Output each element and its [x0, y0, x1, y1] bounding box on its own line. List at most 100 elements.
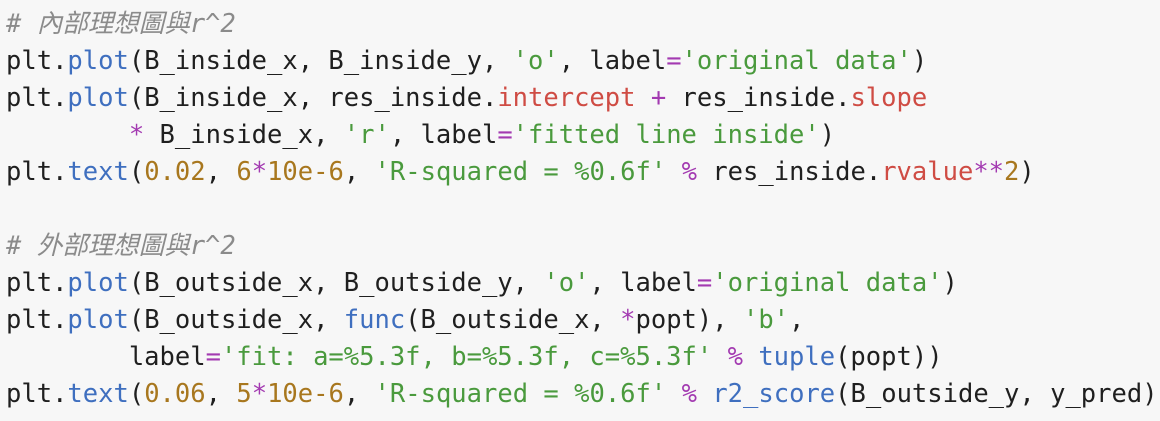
code-token-punct: res_inside. — [696, 157, 882, 187]
code-token-punct: . — [52, 83, 68, 113]
code-token-punct: . — [52, 157, 68, 187]
code-token-string: 'b' — [742, 305, 790, 335]
code-line: plt.text(0.02, 6*10e-6, 'R-squared = %0.… — [6, 154, 1160, 191]
code-token-method: plot — [67, 268, 129, 298]
code-token-method: func — [343, 305, 406, 335]
code-token-number: 2 — [1004, 157, 1020, 187]
code-token-operator: = — [666, 46, 682, 76]
code-token-punct: , — [205, 379, 237, 409]
code-token-method: r2_score — [712, 379, 836, 409]
code-token-operator: * — [251, 379, 268, 409]
code-token-ident: plt — [6, 268, 53, 298]
code-lines: # 內部理想圖與r^2 plt.plot(B_inside_x, B_inside… — [6, 6, 1160, 413]
code-token-comment: # 外部理想圖與r^2 — [6, 231, 236, 261]
code-token-punct: ) — [819, 120, 836, 150]
code-token-punct — [697, 379, 712, 409]
code-token-attr: intercept — [497, 83, 636, 113]
code-line: plt.plot(B_outside_x, func(B_outside_x, … — [6, 302, 1160, 339]
code-line: plt.plot(B_outside_x, B_outside_y, 'o', … — [6, 265, 1160, 302]
code-token-punct — [712, 342, 727, 372]
code-token-punct: (B_inside_x, B_inside_y, — [128, 46, 513, 76]
code-token-punct: ( — [128, 379, 145, 409]
code-token-method: text — [67, 379, 129, 409]
code-token-operator: % — [681, 379, 697, 409]
code-token-ident: plt — [6, 305, 53, 335]
code-token-punct: res_inside. — [666, 83, 851, 113]
code-token-operator: + — [650, 83, 667, 113]
code-token-number: 0.02 — [144, 157, 206, 187]
code-token-punct — [743, 342, 758, 372]
code-token-punct: ) — [911, 46, 928, 76]
code-token-operator: * — [251, 157, 268, 187]
code-line: plt.plot(B_inside_x, B_inside_y, 'o', la… — [6, 43, 1160, 80]
code-token-attr: rvalue — [881, 157, 974, 187]
code-token-operator: = — [696, 268, 713, 298]
code-token-method: plot — [67, 46, 129, 76]
code-token-ident: plt — [6, 157, 53, 187]
code-line: plt.text(0.06, 5*10e-6, 'R-squared = %0.… — [6, 376, 1160, 413]
code-line: * B_inside_x, 'r', label='fitted line in… — [6, 117, 1160, 154]
code-token-string: 'R-squared = %0.6f' — [374, 157, 667, 187]
code-token-punct: (B_outside_x, B_outside_y, — [128, 268, 544, 298]
code-token-ident: plt — [6, 46, 53, 76]
code-token-operator: ** — [973, 157, 1005, 187]
code-token-punct — [6, 120, 129, 150]
code-token-punct: , label — [389, 120, 498, 150]
code-token-punct: (B_outside_x, — [405, 305, 621, 335]
code-line: # 內部理想圖與r^2 — [6, 6, 1160, 43]
code-token-punct: , — [343, 379, 375, 409]
code-editor[interactable]: # 內部理想圖與r^2 plt.plot(B_inside_x, B_inside… — [0, 0, 1160, 421]
code-token-number: 10e-6 — [267, 379, 344, 409]
code-token-method: text — [67, 157, 129, 187]
code-token-punct: , — [205, 157, 237, 187]
code-token-punct: (popt)) — [835, 342, 943, 372]
code-token-punct: . — [52, 305, 68, 335]
code-token-string: 'o' — [543, 268, 590, 298]
code-token-punct — [666, 379, 681, 409]
code-token-string: 'original data' — [681, 46, 912, 76]
code-token-punct: . — [52, 46, 68, 76]
code-token-method: plot — [67, 305, 129, 335]
code-token-string: 'o' — [512, 46, 559, 76]
code-token-punct: , — [343, 157, 375, 187]
code-token-string: 'r' — [343, 120, 390, 150]
code-token-punct: . — [52, 268, 68, 298]
code-line: plt.plot(B_inside_x, res_inside.intercep… — [6, 80, 1160, 117]
code-token-punct: popt), — [635, 305, 743, 335]
code-token-punct: , label — [558, 46, 667, 76]
code-token-number: 10e-6 — [267, 157, 344, 187]
code-token-punct: label — [6, 342, 206, 372]
code-token-comment: # 內部理想圖與r^2 — [6, 9, 236, 39]
code-token-number: 6 — [236, 157, 252, 187]
code-line: label='fit: a=%5.3f, b=%5.3f, c=%5.3f' %… — [6, 339, 1160, 376]
code-token-number: 5 — [236, 379, 252, 409]
code-token-ident: plt — [6, 379, 53, 409]
code-token-punct — [635, 83, 650, 113]
code-token-punct: (B_outside_y, y_pred)) — [835, 379, 1160, 409]
code-token-string: 'R-squared = %0.6f' — [374, 379, 667, 409]
code-token-punct: ( — [128, 157, 145, 187]
code-token-operator: % — [681, 157, 697, 187]
code-token-operator: % — [727, 342, 743, 372]
code-token-punct — [666, 157, 681, 187]
code-token-punct: (B_outside_x, — [128, 305, 344, 335]
code-token-attr: slope — [850, 83, 928, 113]
code-line: # 外部理想圖與r^2 — [6, 228, 1160, 265]
code-token-punct: B_inside_x, — [144, 120, 344, 150]
code-token-method: tuple — [758, 342, 836, 372]
code-token-operator: = — [497, 120, 513, 150]
code-token-punct: ) — [942, 268, 958, 298]
code-token-operator: * — [620, 305, 636, 335]
code-token-operator: * — [128, 120, 145, 150]
code-token-method: plot — [67, 83, 129, 113]
code-token-operator: = — [205, 342, 221, 372]
code-token-punct: , — [789, 305, 805, 335]
code-token-punct: ) — [1019, 157, 1035, 187]
code-token-string: 'original data' — [712, 268, 943, 298]
code-token-punct: (B_inside_x, res_inside. — [128, 83, 498, 113]
code-token-string: 'fitted line inside' — [512, 120, 820, 150]
code-token-number: 0.06 — [144, 379, 206, 409]
code-token-punct: , label — [589, 268, 697, 298]
code-token-punct: . — [52, 379, 68, 409]
